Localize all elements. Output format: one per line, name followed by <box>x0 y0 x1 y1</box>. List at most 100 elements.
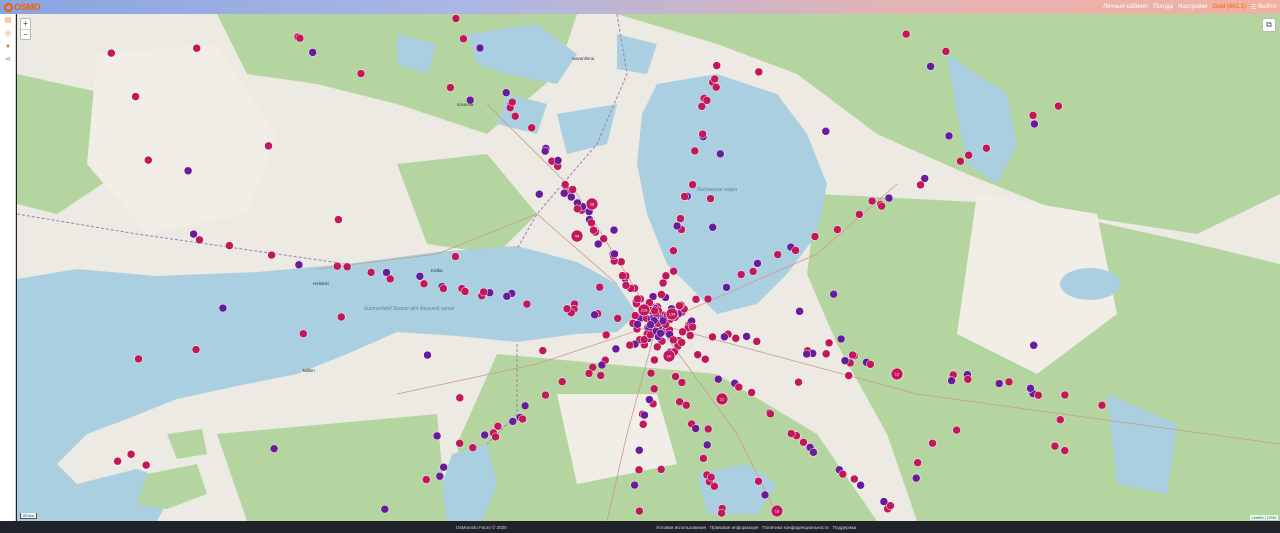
footer-link-support[interactable]: Поддержка <box>833 525 856 530</box>
map-marker[interactable] <box>621 281 631 290</box>
map-marker[interactable] <box>720 332 729 342</box>
map-marker[interactable] <box>646 320 655 329</box>
map-marker[interactable] <box>455 393 465 403</box>
map-marker[interactable] <box>538 346 548 355</box>
map-marker[interactable] <box>366 268 376 277</box>
map-marker[interactable] <box>886 501 895 510</box>
locate-icon[interactable]: ◎ <box>0 27 16 40</box>
map-marker[interactable] <box>963 375 973 384</box>
map-marker[interactable] <box>799 438 808 447</box>
map-marker[interactable] <box>638 420 648 429</box>
map-marker[interactable] <box>656 329 665 338</box>
map-marker[interactable] <box>491 432 500 442</box>
footer-link-legal[interactable]: Правовая информация <box>710 525 758 530</box>
nav-account[interactable]: Личный кабинет <box>1103 4 1148 10</box>
map-marker[interactable] <box>690 146 700 156</box>
map-marker[interactable] <box>714 374 723 384</box>
footer-link-privacy[interactable]: Политика конфиденциальности <box>762 525 828 530</box>
map-marker[interactable] <box>337 312 346 322</box>
map-marker[interactable] <box>677 338 686 347</box>
map-marker[interactable] <box>716 149 725 159</box>
map-marker[interactable] <box>584 369 594 378</box>
map-marker[interactable] <box>645 395 654 404</box>
map-marker[interactable] <box>601 330 611 340</box>
map-marker[interactable] <box>333 261 342 271</box>
map-marker[interactable] <box>658 316 668 326</box>
map-marker[interactable] <box>134 354 143 364</box>
map-marker[interactable] <box>630 480 639 490</box>
attribution[interactable]: Leaflet | OSM <box>1249 515 1278 520</box>
map-marker[interactable] <box>269 444 279 453</box>
map-marker[interactable] <box>633 294 642 304</box>
share-icon[interactable]: ⋖ <box>0 53 16 66</box>
map-marker[interactable] <box>432 431 442 441</box>
map-marker[interactable] <box>634 465 644 475</box>
map-marker[interactable] <box>677 378 687 387</box>
map-marker[interactable] <box>833 225 842 234</box>
map-marker[interactable] <box>508 417 518 426</box>
map-marker[interactable] <box>877 201 886 211</box>
map-marker[interactable] <box>595 282 604 292</box>
map-marker[interactable] <box>941 47 951 56</box>
map-marker[interactable] <box>527 123 536 133</box>
map-marker[interactable] <box>480 430 489 440</box>
map-marker[interactable] <box>191 345 201 354</box>
map-marker[interactable] <box>633 320 642 329</box>
map-marker[interactable] <box>422 475 431 484</box>
map-view[interactable]: 216 134 44 28 11 10 12 18 Ладожское озеро Suome… <box>17 14 1280 521</box>
map-marker[interactable] <box>693 350 702 359</box>
map-marker[interactable] <box>640 410 649 420</box>
map-marker[interactable] <box>916 180 925 190</box>
map-marker[interactable] <box>609 225 619 235</box>
map-marker[interactable] <box>639 335 649 344</box>
map-marker[interactable] <box>702 440 712 450</box>
map-marker[interactable] <box>944 131 954 141</box>
map-marker[interactable] <box>754 67 764 77</box>
map-marker[interactable] <box>678 327 687 337</box>
map-marker[interactable] <box>616 257 626 267</box>
map-marker[interactable] <box>308 48 317 57</box>
map-marker[interactable] <box>460 287 470 296</box>
map-marker[interactable] <box>299 329 308 338</box>
map-marker[interactable] <box>459 34 468 44</box>
map-marker[interactable] <box>680 192 689 201</box>
map-marker[interactable] <box>560 180 570 189</box>
map-marker[interactable] <box>573 204 582 214</box>
map-marker[interactable] <box>836 334 846 344</box>
map-marker[interactable] <box>1026 384 1035 393</box>
map-marker[interactable] <box>838 469 848 479</box>
map-marker[interactable] <box>107 48 116 58</box>
map-marker[interactable] <box>385 274 395 284</box>
map-marker[interactable] <box>439 462 448 472</box>
map-marker[interactable] <box>1034 390 1043 400</box>
map-marker[interactable] <box>618 271 627 280</box>
map-marker[interactable] <box>520 401 530 411</box>
map-marker[interactable] <box>706 194 715 203</box>
map-marker[interactable] <box>613 314 622 323</box>
map-marker[interactable] <box>562 304 572 313</box>
map-marker[interactable] <box>541 390 550 400</box>
map-marker[interactable] <box>113 456 122 466</box>
map-marker[interactable] <box>658 278 668 288</box>
map-marker[interactable] <box>646 368 656 378</box>
map-marker[interactable] <box>856 480 865 490</box>
map-marker[interactable] <box>1054 101 1063 111</box>
map-marker[interactable] <box>657 290 666 299</box>
map-marker[interactable] <box>956 156 965 166</box>
map-marker[interactable] <box>183 166 193 176</box>
map-marker[interactable] <box>810 232 820 241</box>
map-marker[interactable] <box>855 210 864 219</box>
map-marker[interactable] <box>994 379 1004 388</box>
map-marker[interactable] <box>824 338 834 348</box>
map-marker[interactable] <box>553 156 563 165</box>
map-marker[interactable] <box>189 229 198 239</box>
map-marker[interactable] <box>535 189 544 199</box>
map-marker[interactable] <box>334 215 343 224</box>
map-marker[interactable] <box>501 88 511 97</box>
map-marker[interactable] <box>518 414 527 424</box>
zoom-in-button[interactable]: + <box>21 19 30 29</box>
map-marker[interactable] <box>866 360 875 369</box>
layers-icon[interactable]: ▤ <box>0 14 16 27</box>
map-marker[interactable] <box>630 311 640 320</box>
map-marker[interactable] <box>1060 446 1070 455</box>
